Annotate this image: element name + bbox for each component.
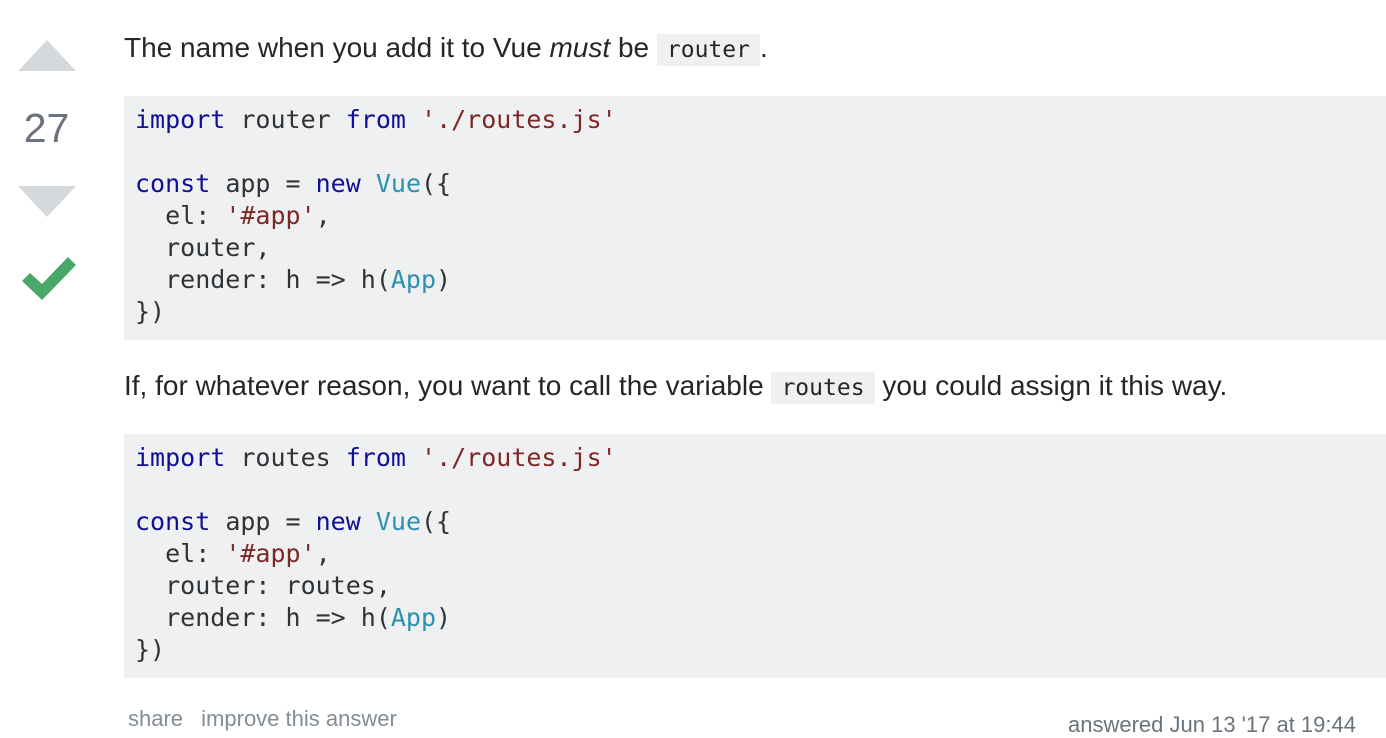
share-link[interactable]: share xyxy=(128,706,183,731)
improve-answer-link[interactable]: improve this answer xyxy=(201,706,397,731)
post-menu: share improve this answer xyxy=(128,706,409,732)
code-block-1: import router from './routes.js' const a… xyxy=(124,96,1386,340)
vote-count: 27 xyxy=(23,105,70,151)
answered-timestamp: answered Jun 13 '17 at 19:44 xyxy=(1068,712,1356,737)
code-block-2: import routes from './routes.js' const a… xyxy=(124,434,1386,678)
inline-code: routes xyxy=(771,372,875,404)
answer-paragraph-2: If, for whatever reason, you want to cal… xyxy=(124,368,1227,406)
inline-code: router xyxy=(656,34,760,66)
emphasis-text: must xyxy=(549,32,611,63)
vote-up-arrow-icon[interactable] xyxy=(18,40,76,72)
vote-down-arrow-icon[interactable] xyxy=(18,186,76,218)
answer-paragraph-1: The name when you add it to Vue must be … xyxy=(124,30,768,68)
checkmark-icon xyxy=(22,257,76,300)
